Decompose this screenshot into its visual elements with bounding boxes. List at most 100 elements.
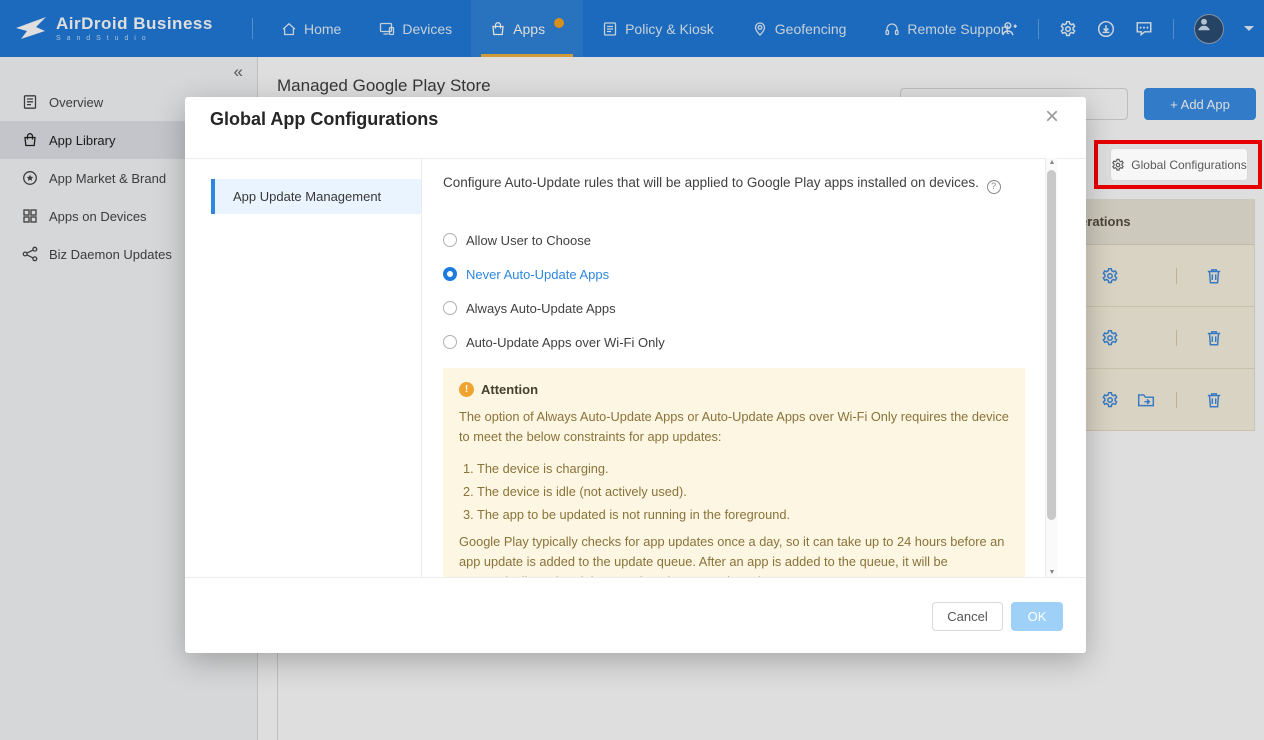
radio-auto-update-wifi-only[interactable]: Auto-Update Apps over Wi-Fi Only [443,332,665,352]
remote-support-icon [884,21,900,37]
topbar-divider [1173,19,1174,39]
tab-app-update-management[interactable]: App Update Management [211,179,421,214]
modal-footer-divider [185,577,1086,578]
top-navigation-bar: AirDroid Business S a n d S t u d i o Ho… [0,0,1264,57]
sidebar-item-label: Biz Daemon Updates [49,247,172,262]
row-delete-trash-icon[interactable] [1205,391,1223,409]
radio-allow-user-to-choose[interactable]: Allow User to Choose [443,230,591,250]
sidebar-item-label: Overview [49,95,103,110]
row-icon-divider [1176,330,1177,346]
nav-divider [252,18,253,39]
radio-never-auto-update[interactable]: Never Auto-Update Apps [443,264,609,284]
attention-intro: The option of Always Auto-Update Apps or… [459,407,1009,447]
scrollbar-thumb[interactable] [1047,170,1056,520]
nav-item-label: Devices [402,21,452,37]
sidebar-item-label: Apps on Devices [49,209,147,224]
nav-item-label: Remote Support [907,21,1009,37]
devices-icon [379,21,395,37]
main-nav: Home Devices Apps Policy & Kiosk Geofenc… [262,0,1028,57]
nav-item-label: Apps [513,21,545,37]
attention-constraints-list: 1. The device is charging. 2. The device… [459,457,1009,526]
modal-scrollbar[interactable]: ▲ ▼ [1045,158,1057,577]
radio-circle-selected-icon [443,267,457,281]
brand-text-group: AirDroid Business S a n d S t u d i o [56,14,213,42]
close-icon[interactable]: × [1045,105,1059,129]
nav-item-label: Policy & Kiosk [625,21,714,37]
share-network-icon [22,246,38,262]
row-config-gear-icon[interactable] [1101,267,1119,285]
user-avatar[interactable] [1194,14,1224,44]
brand-title: AirDroid Business [56,14,213,33]
app-library-bag-icon [22,132,38,148]
gear-icon [1111,158,1125,172]
row-move-folder-icon[interactable] [1137,391,1155,409]
row-delete-trash-icon[interactable] [1205,329,1223,347]
description-text: Configure Auto-Update rules that will be… [443,175,979,190]
topbar-actions [1000,0,1254,57]
add-member-icon[interactable] [1000,20,1018,38]
ok-button[interactable]: OK [1011,602,1063,631]
auto-update-description: Configure Auto-Update rules that will be… [443,173,1008,193]
radio-circle-icon [443,335,457,349]
page-title: Managed Google Play Store [277,76,491,96]
nav-item-home[interactable]: Home [262,0,360,57]
nav-item-geofencing[interactable]: Geofencing [733,0,866,57]
policy-kiosk-icon [602,21,618,37]
modal-title: Global App Configurations [210,109,438,130]
person-icon [1195,15,1213,33]
add-app-button[interactable]: + Add App [1144,88,1256,120]
app-market-star-icon [22,170,38,186]
help-icon[interactable]: ? [987,180,1001,194]
list-item: 2. The device is idle (not actively used… [459,480,1009,503]
modal-scroll-area: Configure Auto-Update rules that will be… [422,158,1030,577]
brand-logo[interactable]: AirDroid Business S a n d S t u d i o [14,14,213,42]
radio-circle-icon [443,233,457,247]
row-config-gear-icon[interactable] [1101,391,1119,409]
chevron-down-icon[interactable] [1244,26,1254,31]
row-icon-divider [1176,268,1177,284]
attention-warning-box: ! Attention The option of Always Auto-Up… [443,368,1025,577]
nav-item-label: Geofencing [775,21,847,37]
nav-item-policy-kiosk[interactable]: Policy & Kiosk [583,0,733,57]
list-item: 3. The app to be updated is not running … [459,503,1009,526]
airdroid-logo-icon [14,14,48,42]
overview-doc-icon [22,94,38,110]
topbar-divider [1038,19,1039,39]
radio-always-auto-update[interactable]: Always Auto-Update Apps [443,298,616,318]
table-right-border [1254,199,1255,431]
apps-notification-badge [554,18,564,28]
list-item: 1. The device is charging. [459,457,1009,480]
radio-label: Never Auto-Update Apps [466,267,609,282]
nav-item-devices[interactable]: Devices [360,0,471,57]
row-config-gear-icon[interactable] [1101,329,1119,347]
global-app-configurations-modal: Global App Configurations × App Update M… [185,97,1086,653]
nav-item-apps[interactable]: Apps [471,0,583,57]
sidebar-item-label: App Library [49,133,115,148]
nav-item-label: Home [304,21,341,37]
radio-circle-icon [443,301,457,315]
attention-title: Attention [481,382,538,397]
apps-icon [490,21,506,37]
settings-gear-icon[interactable] [1059,20,1077,38]
row-delete-trash-icon[interactable] [1205,267,1223,285]
sidebar-collapse-icon[interactable]: « [234,62,243,82]
row-icon-divider [1176,392,1177,408]
home-icon [281,21,297,37]
feedback-chat-icon[interactable] [1135,20,1153,38]
download-icon[interactable] [1097,20,1115,38]
scrollbar-up-arrow-icon[interactable]: ▲ [1046,159,1058,166]
global-configurations-label: Global Configurations [1131,158,1246,172]
attention-outro: Google Play typically checks for app upd… [459,532,1009,577]
attention-title-row: ! Attention [459,382,1009,397]
global-configurations-button[interactable]: Global Configurations [1110,148,1248,181]
scrollbar-down-arrow-icon[interactable]: ▼ [1046,569,1058,576]
warning-icon: ! [459,382,474,397]
geofencing-icon [752,21,768,37]
radio-label: Auto-Update Apps over Wi-Fi Only [466,335,665,350]
sidebar-item-label: App Market & Brand [49,171,166,186]
radio-label: Allow User to Choose [466,233,591,248]
radio-label: Always Auto-Update Apps [466,301,616,316]
cancel-button[interactable]: Cancel [932,602,1003,631]
apps-grid-icon [22,208,38,224]
brand-subtitle: S a n d S t u d i o [56,35,213,42]
